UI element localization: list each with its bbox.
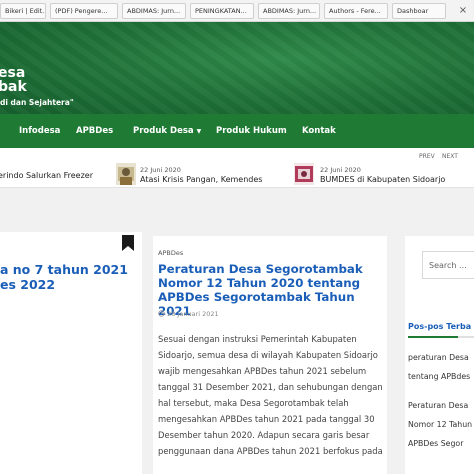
sidebar-link[interactable]: tentang APBdes	[408, 367, 470, 386]
bookmark-item[interactable]: Authors - Fere...	[324, 2, 388, 19]
post-card: a no 7 tahun 2021 es 2022	[0, 232, 142, 474]
post-date: 28 Januari 2021	[158, 310, 219, 318]
close-icon[interactable]: ×	[456, 4, 470, 18]
sidebar-divider	[408, 336, 474, 338]
clock-icon	[158, 310, 165, 317]
site-header: esa bak di dan Sejahtera"	[0, 22, 474, 114]
bookmark-icon[interactable]	[122, 235, 134, 251]
chevron-down-icon: ▼	[196, 128, 202, 135]
sidebar-link[interactable]: peraturan Desa	[408, 348, 469, 367]
ticker-item-title[interactable]: Atasi Krisis Pangan, Kemendes	[140, 175, 262, 184]
bookmark-item[interactable]: Dashboar	[392, 2, 446, 19]
ticker-item-title[interactable]: erindo Salurkan Freezer	[0, 171, 93, 180]
site-title-line2[interactable]: bak	[0, 80, 27, 94]
main-nav: Infodesa APBDes Produk Desa ▼ Produk Huku…	[0, 114, 474, 148]
bookmark-item[interactable]: ABDIMAS: Jurn...	[122, 2, 186, 19]
sidebar-link[interactable]: APBDes Segor	[408, 434, 463, 453]
post-title[interactable]: a no 7 tahun 2021 es 2022	[0, 262, 128, 292]
bookmarks-bar: Bikeri | Edit... (PDF) Pengere... ABDIMA…	[0, 0, 474, 22]
bookmark-item[interactable]: (PDF) Pengere...	[50, 2, 118, 19]
ticker-thumbnail[interactable]	[294, 163, 314, 185]
bookmark-item[interactable]: ABDIMAS: Jurn...	[258, 2, 320, 19]
post-title-line: es 2022	[0, 277, 56, 292]
post-title-line: a no 7 tahun 2021	[0, 262, 128, 277]
sidebar: Search ... Pos-pos Terba peraturan Desa …	[405, 236, 474, 474]
next-button[interactable]: NEXT	[442, 153, 458, 160]
nav-item-kontak[interactable]: Kontak	[302, 126, 336, 136]
nav-item-produk-hukum[interactable]: Produk Hukum	[216, 126, 287, 136]
ticker-item-title[interactable]: BUMDES di Kabupaten Sidoarjo	[320, 175, 445, 184]
nav-item-apbdes[interactable]: APBDes	[76, 126, 113, 136]
prev-button[interactable]: PREV	[419, 153, 435, 160]
site-tagline: di dan Sejahtera"	[0, 98, 74, 107]
post-card: APBDes Peraturan Desa Segorotambak Nomor…	[153, 236, 387, 474]
ticker-thumbnail[interactable]	[116, 163, 136, 185]
sidebar-heading: Pos-pos Terba	[408, 322, 472, 331]
ticker-item-date: 22 Juni 2020	[320, 166, 361, 174]
bookmark-item[interactable]: PENINGKATAN...	[190, 2, 254, 19]
bookmark-item[interactable]: Bikeri | Edit...	[0, 2, 46, 19]
news-ticker: PREV NEXT erindo Salurkan Freezer 22 Jun…	[0, 148, 474, 188]
nav-item-produk-desa[interactable]: Produk Desa ▼	[133, 126, 201, 136]
nav-item-label: Produk Desa	[133, 126, 194, 136]
post-excerpt: Sesuai dengan instruksi Pemerintah Kabup…	[158, 334, 383, 456]
sidebar-link[interactable]: Nomor 12 Tahun	[408, 415, 472, 434]
search-input[interactable]: Search ...	[422, 251, 474, 279]
site-title[interactable]: esa	[0, 66, 25, 80]
post-date-text: 28 Januari 2021	[167, 310, 219, 318]
nav-item-infodesa[interactable]: Infodesa	[19, 126, 60, 136]
ticker-item-date: 22 Juni 2020	[140, 166, 181, 174]
sidebar-link[interactable]: Peraturan Desa	[408, 396, 468, 415]
post-category[interactable]: APBDes	[158, 249, 183, 257]
